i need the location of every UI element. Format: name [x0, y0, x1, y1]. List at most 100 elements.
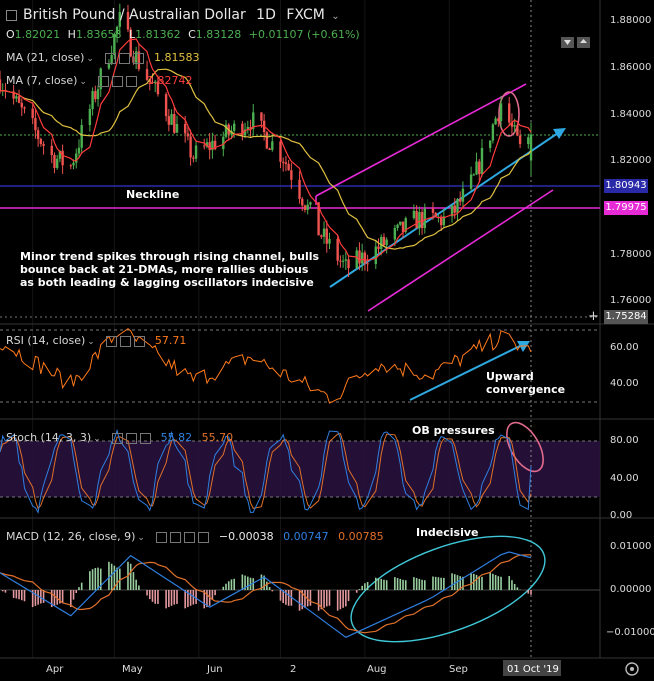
candle-body: [75, 153, 78, 163]
settings-icon-center: [630, 667, 634, 671]
gear-icon[interactable]: [120, 335, 132, 347]
stoch-tick: 0.00: [610, 510, 633, 521]
macd-line: [0, 551, 532, 638]
gear-icon[interactable]: [126, 432, 138, 444]
chevron-down-icon[interactable]: ⌄: [331, 11, 339, 22]
candle-body: [320, 235, 323, 237]
candle-body: [415, 210, 418, 229]
candle-body: [88, 109, 92, 126]
stoch-tick: 80.00: [610, 435, 639, 446]
candle-body: [377, 246, 380, 249]
close-icon[interactable]: [134, 335, 146, 347]
change-value: +0.01107 (+0.61%): [248, 28, 360, 41]
candle-body: [260, 112, 263, 121]
candle-body: [69, 165, 72, 167]
eye-icon[interactable]: [106, 335, 118, 347]
gear-icon[interactable]: [170, 531, 182, 543]
price-tick: 1.82000: [610, 155, 652, 166]
code-icon[interactable]: [198, 531, 210, 543]
commentary-line-2: bounce back at 21-DMAs, more rallies dub…: [20, 263, 309, 276]
candle-body: [355, 250, 358, 269]
rsi-legend[interactable]: RSI (14, close) ⌄ 57.71: [6, 334, 186, 347]
time-tick: Sep: [449, 664, 468, 675]
candle-body: [203, 145, 206, 147]
candle-body: [271, 141, 274, 150]
candle-body: [298, 179, 301, 199]
chart-title: British Pound / Australian Dollar 1D FXC…: [6, 7, 340, 23]
macd-tick: 0.00000: [610, 584, 652, 595]
candle-body: [77, 147, 81, 154]
macd-line-value: 0.00747: [283, 530, 329, 543]
close-icon[interactable]: [184, 531, 196, 543]
candles: [0, 3, 533, 278]
candle-body: [36, 130, 40, 140]
candle-body: [55, 158, 59, 168]
channel-upper-line: [315, 83, 527, 197]
close-value: 1.83128: [195, 28, 242, 41]
macd-signal-line: [0, 554, 531, 634]
eye-icon[interactable]: [156, 531, 168, 543]
close-icon[interactable]: [140, 432, 152, 444]
candle-body: [488, 140, 492, 148]
candle-body: [183, 123, 187, 134]
ma21-legend[interactable]: MA (21, close) ⌄ 1.81583: [6, 51, 199, 64]
eye-icon[interactable]: [105, 52, 117, 64]
stoch-legend[interactable]: Stoch (14, 3, 3) ⌄ 55.82 55.70: [6, 431, 233, 444]
time-tick: Jun: [207, 664, 223, 675]
candle-body: [393, 227, 397, 240]
candle-body: [0, 79, 2, 91]
close-icon[interactable]: [126, 75, 138, 87]
symbol-name[interactable]: British Pound / Australian Dollar: [23, 7, 246, 23]
candle-body: [301, 198, 304, 206]
interval[interactable]: 1D: [256, 7, 276, 23]
candle-body: [347, 259, 350, 269]
candle-body: [344, 259, 348, 261]
candle-body: [491, 124, 495, 141]
macd-tick: −0.01000: [606, 627, 654, 638]
candle-body: [478, 161, 481, 175]
macd-legend[interactable]: MACD (12, 26, close, 9) ⌄ −0.00038 0.0074…: [6, 530, 384, 543]
candle-body: [475, 161, 478, 175]
candle-body: [186, 133, 190, 137]
neckline-label: Neckline: [126, 188, 180, 201]
candle-body: [494, 118, 497, 125]
data-source: FXCM: [286, 7, 325, 23]
candle-body: [412, 210, 416, 219]
high-value: 1.83658: [75, 28, 122, 41]
candle-body: [290, 170, 293, 180]
price-tick: 1.84000: [610, 109, 652, 120]
close-icon[interactable]: [133, 52, 145, 64]
candle-body: [380, 236, 383, 249]
candle-body: [374, 246, 377, 264]
candle-body: [167, 116, 171, 125]
rsi-tick: 40.00: [610, 378, 639, 389]
candle-body: [15, 96, 18, 99]
candle-body: [456, 199, 459, 213]
candle-body: [453, 205, 456, 213]
current-date-label: 01 Oct '19: [507, 664, 559, 675]
candle-body: [328, 238, 331, 244]
ma7-legend[interactable]: MA (7, close) ⌄ 1.82742: [6, 74, 192, 87]
price-tick: 1.88000: [610, 15, 652, 26]
candle-body: [499, 103, 503, 121]
eye-icon[interactable]: [98, 75, 110, 87]
low-value: 1.81362: [135, 28, 181, 41]
gear-icon[interactable]: [119, 52, 131, 64]
candle-body: [358, 250, 361, 264]
eye-icon[interactable]: [112, 432, 124, 444]
candle-body: [461, 188, 465, 202]
candle-body: [366, 263, 369, 265]
candle-body: [50, 145, 53, 155]
candle-body: [279, 141, 282, 162]
neckline-price-tag: 1.80943: [604, 179, 648, 193]
candle-body: [508, 103, 511, 123]
candle-body: [170, 114, 173, 125]
rsi-tick: 60.00: [610, 342, 639, 353]
candle-body: [192, 157, 195, 159]
macd-tick: 0.01000: [610, 541, 652, 552]
gear-icon[interactable]: [112, 75, 124, 87]
candle-body: [175, 123, 179, 133]
candle-body: [423, 208, 426, 229]
candle-body: [396, 224, 399, 228]
candle-body: [527, 137, 530, 145]
